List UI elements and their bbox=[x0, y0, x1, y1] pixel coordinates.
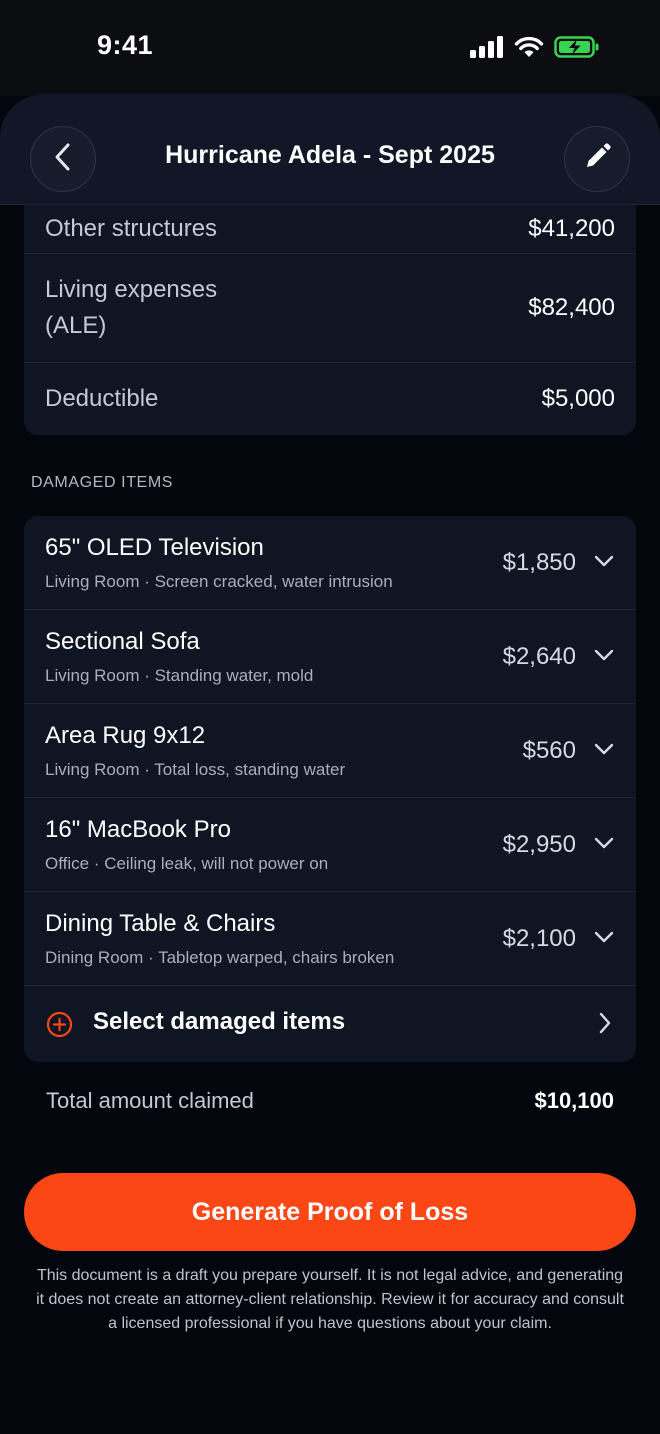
generate-proof-of-loss-button[interactable]: Generate Proof of Loss bbox=[24, 1173, 636, 1251]
summary-label: Living expenses (ALE) bbox=[45, 276, 218, 339]
select-damaged-items-label: Select damaged items bbox=[93, 1008, 346, 1035]
damaged-items-card: 65" OLED Television Living Room · Screen… bbox=[24, 516, 636, 1062]
chevron-down-icon[interactable] bbox=[594, 554, 614, 573]
pencil-icon bbox=[582, 142, 612, 177]
plus-circle-icon bbox=[46, 1011, 73, 1043]
summary-value: $82,400 bbox=[528, 294, 615, 321]
summary-row-other-structures: Other structures $41,200 bbox=[24, 205, 636, 253]
item-price: $2,640 bbox=[502, 643, 576, 670]
select-damaged-items-button[interactable]: Select damaged items bbox=[24, 984, 636, 1062]
battery-charging-icon bbox=[554, 36, 600, 63]
item-name: Sectional Sofa bbox=[45, 628, 200, 655]
item-detail: Living Room · Standing water, mold bbox=[45, 666, 314, 685]
item-price: $560 bbox=[522, 737, 576, 764]
item-detail: Living Room · Screen cracked, water intr… bbox=[45, 572, 393, 591]
chevron-right-icon bbox=[598, 1012, 612, 1039]
total-label: Total amount claimed bbox=[46, 1088, 254, 1113]
summary-row-deductible: Deductible $5,000 bbox=[24, 363, 636, 435]
item-price: $2,950 bbox=[502, 831, 576, 858]
summary-value: $41,200 bbox=[528, 215, 615, 242]
chevron-down-icon[interactable] bbox=[594, 930, 614, 949]
item-name: 16" MacBook Pro bbox=[45, 816, 231, 843]
item-name: 65" OLED Television bbox=[45, 534, 264, 561]
summary-row-living-expenses: Living expenses (ALE) $82,400 bbox=[24, 254, 636, 362]
item-name: Area Rug 9x12 bbox=[45, 722, 206, 749]
list-item[interactable]: Area Rug 9x12 Living Room · Total loss, … bbox=[24, 704, 636, 798]
item-detail: Living Room · Total loss, standing water bbox=[45, 760, 346, 779]
edit-button[interactable] bbox=[564, 126, 630, 192]
list-item[interactable]: Dining Table & Chairs Dining Room · Tabl… bbox=[24, 892, 636, 986]
total-row: Total amount claimed $10,100 bbox=[46, 1088, 614, 1114]
page-title: Hurricane Adela - Sept 2025 bbox=[165, 141, 495, 169]
chevron-down-icon[interactable] bbox=[594, 742, 614, 761]
status-bar: 9:41 bbox=[0, 0, 660, 96]
list-item[interactable]: 65" OLED Television Living Room · Screen… bbox=[24, 516, 636, 610]
list-item[interactable]: Sectional Sofa Living Room · Standing wa… bbox=[24, 610, 636, 704]
list-item[interactable]: 16" MacBook Pro Office · Ceiling leak, w… bbox=[24, 798, 636, 892]
disclaimer-text: This document is a draft you prepare you… bbox=[36, 1267, 624, 1332]
chevron-down-icon[interactable] bbox=[594, 836, 614, 855]
status-icons bbox=[470, 36, 600, 63]
item-detail: Dining Room · Tabletop warped, chairs br… bbox=[45, 948, 395, 967]
summary-value: $5,000 bbox=[541, 385, 615, 412]
sheet-header: Hurricane Adela - Sept 2025 bbox=[0, 94, 660, 205]
total-value: $10,100 bbox=[534, 1088, 614, 1113]
chevron-down-icon[interactable] bbox=[594, 648, 614, 667]
item-name: Dining Table & Chairs bbox=[45, 910, 276, 937]
coverage-summary-card: Other structures $41,200 Living expenses… bbox=[24, 205, 636, 435]
item-price: $1,850 bbox=[502, 549, 576, 576]
summary-label: Deductible bbox=[45, 385, 159, 412]
signal-icon bbox=[470, 36, 504, 63]
summary-label: Other structures bbox=[45, 215, 218, 242]
section-label-damaged-items: DAMAGED ITEMS bbox=[31, 474, 174, 491]
item-detail: Office · Ceiling leak, will not power on bbox=[45, 854, 329, 873]
status-time: 9:41 bbox=[97, 30, 154, 60]
wifi-icon bbox=[514, 36, 544, 63]
item-price: $2,100 bbox=[502, 925, 576, 952]
